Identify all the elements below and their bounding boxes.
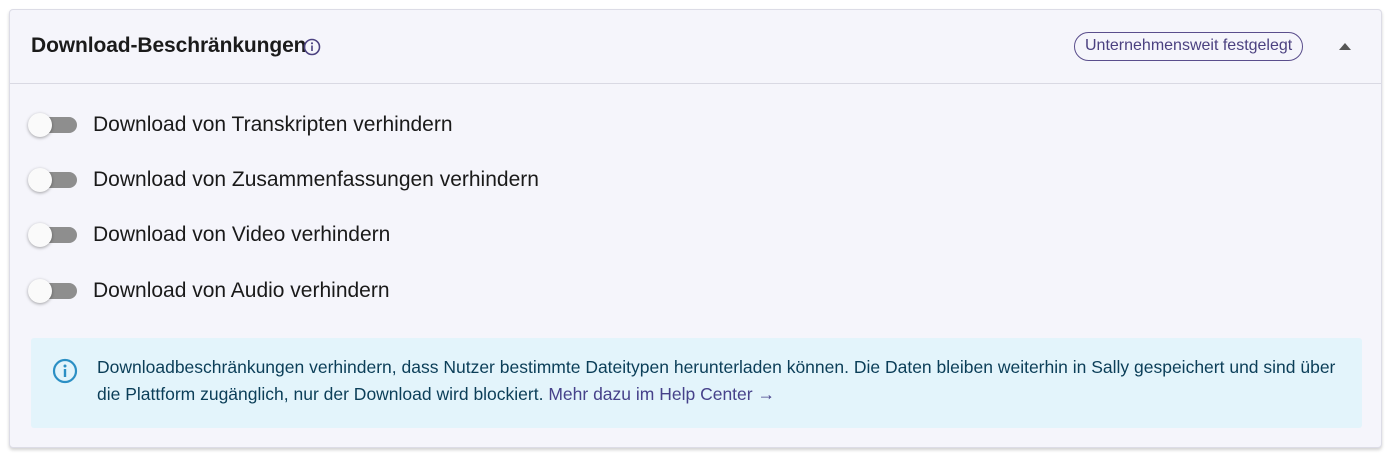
triangle-up-icon [1339, 43, 1351, 50]
download-restrictions-card: Download-Beschränkungen Unternehmensweit… [9, 9, 1382, 448]
toggle-thumb [28, 168, 52, 192]
help-center-link[interactable]: Mehr dazu im Help Center → [548, 384, 775, 404]
info-circle-icon [52, 358, 78, 384]
toggle-row-transcripts: Download von Transkripten verhindern [28, 110, 728, 140]
toggle-thumb [28, 113, 52, 137]
toggle-label: Download von Zusammenfassungen verhinder… [93, 168, 539, 191]
card-header: Download-Beschränkungen Unternehmensweit… [10, 10, 1381, 84]
toggle-row-summaries: Download von Zusammenfassungen verhinder… [28, 165, 728, 195]
toggle-switch-summaries[interactable] [28, 167, 78, 193]
toggle-switch-transcripts[interactable] [28, 112, 78, 138]
toggle-label: Download von Transkripten verhindern [93, 113, 453, 136]
collapse-button[interactable] [1335, 39, 1355, 55]
toggle-thumb [28, 223, 52, 247]
toggle-row-video: Download von Video verhindern [28, 220, 728, 250]
toggle-switch-audio[interactable] [28, 278, 78, 304]
section-title: Download-Beschränkungen [31, 34, 307, 57]
notice-text: Downloadbeschränkungen verhindern, dass … [97, 354, 1347, 408]
toggle-switch-video[interactable] [28, 222, 78, 248]
toggle-label: Download von Video verhindern [93, 223, 391, 246]
toggle-label: Download von Audio verhindern [93, 279, 390, 302]
info-icon[interactable] [303, 38, 321, 56]
info-notice: Downloadbeschränkungen verhindern, dass … [31, 338, 1362, 428]
toggle-thumb [28, 279, 52, 303]
company-wide-badge: Unternehmensweit festgelegt [1074, 32, 1304, 61]
toggle-row-audio: Download von Audio verhindern [28, 276, 728, 306]
